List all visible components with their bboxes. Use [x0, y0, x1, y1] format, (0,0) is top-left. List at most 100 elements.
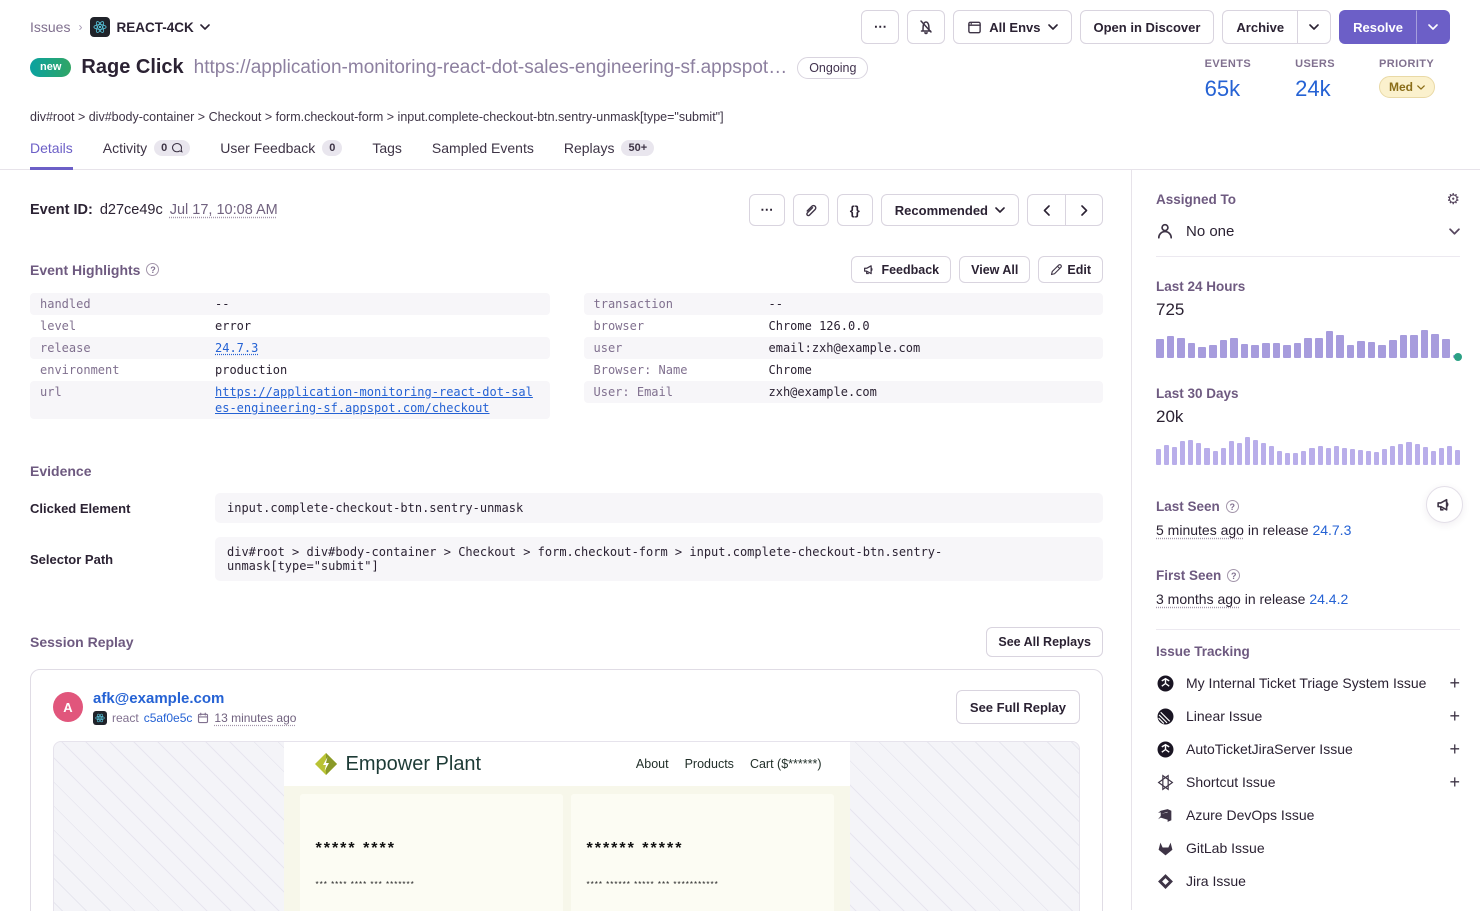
highlight-row: handled-- — [30, 293, 550, 315]
view-all-button[interactable]: View All — [959, 256, 1030, 283]
environment-filter-button[interactable]: All Envs — [953, 10, 1071, 44]
archive-dropdown-button[interactable] — [1297, 10, 1331, 44]
resolve-dropdown-button[interactable] — [1416, 10, 1450, 44]
gear-icon[interactable]: ⚙ — [1447, 190, 1460, 208]
assignee-dropdown[interactable]: No one — [1156, 222, 1460, 257]
add-issue-button[interactable]: + — [1449, 773, 1460, 791]
tab-replays[interactable]: Replays50+ — [564, 140, 654, 170]
previous-event-button[interactable] — [1027, 194, 1065, 226]
chart-bar — [1283, 345, 1291, 358]
person-icon — [1156, 222, 1174, 240]
project-name: REACT-4CK — [116, 20, 193, 35]
gitlab-icon — [1156, 839, 1174, 857]
more-actions-button[interactable]: ⋯ — [861, 10, 899, 44]
resolve-button[interactable]: Resolve — [1339, 10, 1416, 44]
add-issue-button[interactable]: + — [1449, 674, 1460, 692]
feedback-fab-button[interactable] — [1426, 486, 1463, 523]
stat-priority: PRIORITY Med — [1379, 58, 1435, 102]
event-link-button[interactable] — [793, 194, 829, 226]
highlights-table-right: transaction--browserChrome 126.0.0userem… — [584, 293, 1104, 419]
tab-tags[interactable]: Tags — [372, 140, 402, 170]
replay-id-link[interactable]: c5af0e5c — [144, 711, 193, 725]
open-in-discover-button[interactable]: Open in Discover — [1080, 10, 1215, 44]
replay-time-ago[interactable]: 13 minutes ago — [214, 711, 296, 725]
add-issue-button[interactable]: + — [1449, 707, 1460, 725]
project-selector[interactable]: REACT-4CK — [90, 17, 209, 37]
highlight-row: transaction-- — [584, 293, 1104, 315]
edit-button[interactable]: Edit — [1038, 256, 1103, 283]
help-icon[interactable]: ? — [1227, 569, 1240, 582]
issue-tracking-label[interactable]: Linear Issue — [1186, 708, 1449, 724]
help-icon[interactable]: ? — [146, 263, 159, 276]
chart-bar — [1378, 345, 1386, 359]
url-link[interactable]: https://application-monitoring-react-dot… — [215, 385, 533, 415]
first-seen-release-link[interactable]: 24.4.2 — [1309, 591, 1348, 607]
add-issue-button[interactable]: + — [1449, 740, 1460, 758]
chart-bar — [1213, 451, 1218, 465]
events-count[interactable]: 65k — [1205, 76, 1251, 102]
issue-actions: ⋯ All Envs Open in Discover Archive Reso… — [861, 10, 1450, 44]
chart-bar — [1251, 345, 1259, 358]
first-seen-value: 3 months ago in release 24.4.2 — [1156, 591, 1460, 607]
issue-tracking-label[interactable]: Azure DevOps Issue — [1186, 807, 1460, 823]
issue-details-page: Issues › REACT-4CK ⋯ All Envs Open in Di… — [0, 0, 1480, 911]
next-event-button[interactable] — [1065, 194, 1103, 226]
issue-tracking-label[interactable]: Shortcut Issue — [1186, 774, 1449, 790]
highlight-row: urlhttps://application-monitoring-react-… — [30, 381, 550, 419]
chart-bar — [1198, 347, 1206, 358]
chart-bar — [1241, 344, 1249, 358]
see-full-replay-button[interactable]: See Full Replay — [956, 690, 1080, 724]
tab-activity[interactable]: Activity0 — [103, 140, 190, 170]
replay-user-email-link[interactable]: afk@example.com — [93, 690, 296, 707]
last-seen-title: Last Seen? — [1156, 499, 1460, 514]
chart-bar — [1196, 443, 1201, 465]
issue-title-block: new Rage Click https://application-monit… — [30, 56, 868, 102]
breadcrumb-issues[interactable]: Issues — [30, 19, 70, 35]
stat-events: EVENTS 65k — [1205, 58, 1251, 102]
priority-dropdown[interactable]: Med — [1379, 76, 1435, 98]
tab-user-feedback[interactable]: User Feedback0 — [220, 140, 342, 170]
issue-tracking-label[interactable]: Jira Issue — [1186, 873, 1460, 889]
event-picker-dropdown[interactable]: Recommended — [881, 194, 1019, 226]
event-json-button[interactable]: {} — [837, 194, 873, 226]
last-30-days-chart — [1156, 435, 1460, 465]
site-nav: About Products Cart ($******) — [636, 757, 822, 771]
issue-tracking-label[interactable]: AutoTicketJiraServer Issue — [1186, 741, 1449, 757]
highlight-row: User: Emailzxh@example.com — [584, 381, 1104, 403]
highlight-row: browserChrome 126.0.0 — [584, 315, 1104, 337]
site-brand: Empower Plant — [314, 752, 482, 776]
product-card: ***** ******* **** **** *** *******Add t… — [300, 794, 563, 911]
session-replay-title: Session Replay — [30, 634, 134, 650]
last-seen-release-link[interactable]: 24.7.3 — [1312, 522, 1351, 538]
chart-bar — [1156, 449, 1161, 465]
chart-bar — [1315, 338, 1323, 358]
chart-bar — [1406, 442, 1411, 465]
react-project-icon — [90, 17, 110, 37]
product-card: ****** ********* ****** ***** *** ******… — [571, 794, 834, 911]
chart-bar — [1180, 441, 1185, 465]
chart-bar — [1390, 446, 1395, 465]
product-title: ***** **** — [316, 840, 547, 858]
evidence-row: Clicked Elementinput.complete-checkout-b… — [30, 493, 1103, 523]
mute-alerts-button[interactable] — [907, 10, 945, 44]
feedback-button[interactable]: Feedback — [851, 256, 951, 283]
site-nav-link[interactable]: Products — [685, 757, 734, 771]
tab-sampled-events[interactable]: Sampled Events — [432, 140, 534, 170]
site-nav-link[interactable]: Cart ($******) — [750, 757, 822, 771]
chart-bar — [1382, 449, 1387, 465]
help-icon[interactable]: ? — [1226, 500, 1239, 513]
evidence-title: Evidence — [30, 463, 91, 479]
users-count[interactable]: 24k — [1295, 76, 1335, 102]
chart-bar — [1374, 452, 1379, 465]
archive-button[interactable]: Archive — [1222, 10, 1297, 44]
event-timestamp[interactable]: Jul 17, 10:08 AM — [170, 202, 278, 218]
site-nav-link[interactable]: About — [636, 757, 669, 771]
event-more-button[interactable]: ⋯ — [749, 194, 785, 226]
release-link[interactable]: 24.7.3 — [215, 341, 258, 355]
tab-details[interactable]: Details — [30, 140, 73, 170]
see-all-replays-button[interactable]: See All Replays — [986, 627, 1103, 657]
issue-tracking-label[interactable]: My Internal Ticket Triage System Issue — [1186, 675, 1449, 691]
replay-viewport[interactable]: Empower Plant About Products Cart ($******… — [53, 741, 1080, 911]
issue-tracking-label[interactable]: GitLab Issue — [1186, 840, 1460, 856]
megaphone-icon — [1436, 496, 1453, 513]
